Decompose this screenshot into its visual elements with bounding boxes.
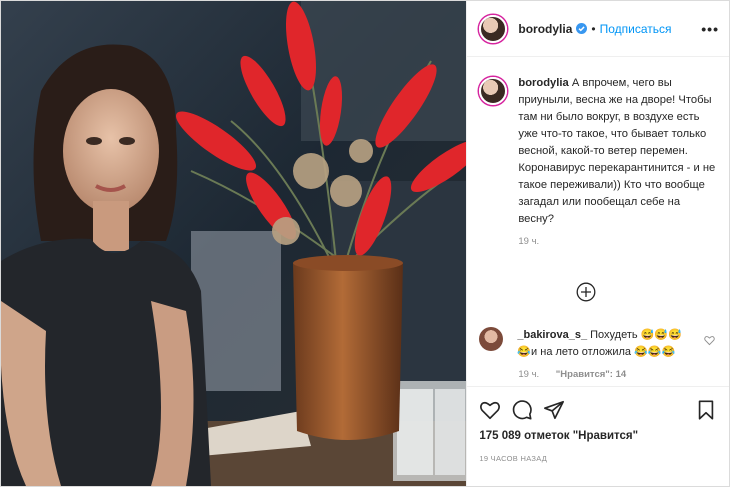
post-modal: borodylia • Подписаться ••• borodylia А … bbox=[0, 0, 730, 487]
comment-like-icon[interactable] bbox=[704, 335, 716, 346]
commenter-avatar[interactable] bbox=[479, 327, 504, 351]
follow-button[interactable]: Подписаться bbox=[600, 22, 672, 36]
caption-text: А впрочем, чего вы приуныли, весна же на… bbox=[518, 77, 716, 225]
commenter-username[interactable]: _bakirova_s_ bbox=[517, 329, 587, 341]
caption-body: borodylia А впрочем, чего вы приуныли, в… bbox=[518, 75, 718, 228]
likes-count[interactable]: 175 089 отметок "Нравится" bbox=[479, 430, 638, 442]
share-icon[interactable] bbox=[543, 399, 565, 421]
separator-dot: • bbox=[591, 21, 596, 36]
comment-icon[interactable] bbox=[511, 399, 533, 421]
post-timestamp: 19 ЧАСОВ НАЗАД bbox=[479, 454, 548, 463]
caption-avatar[interactable] bbox=[479, 77, 508, 105]
comment-likes[interactable]: "Нравится": 14 bbox=[556, 369, 626, 380]
more-options-icon[interactable]: ••• bbox=[701, 21, 719, 37]
verified-badge-icon bbox=[576, 23, 588, 34]
post-photo[interactable] bbox=[1, 1, 467, 486]
load-more-comments-icon[interactable] bbox=[576, 282, 596, 302]
comment-time: 19 ч. bbox=[518, 369, 540, 380]
photo-illustration bbox=[1, 1, 467, 486]
like-icon[interactable] bbox=[479, 399, 501, 421]
caption: borodylia А впрочем, чего вы приуныли, в… bbox=[467, 57, 729, 228]
caption-time: 19 ч. bbox=[518, 236, 540, 247]
comments-section: borodylia А впрочем, чего вы приуныли, в… bbox=[467, 57, 729, 386]
comment-body: _bakirova_s_ Похудеть 😅😅😅😂и на лето отло… bbox=[517, 327, 692, 361]
comment-meta: 19 ч. "Нравится": 14 bbox=[518, 369, 719, 380]
comment-item: _bakirova_s_ Похудеть 😅😅😅😂и на лето отло… bbox=[479, 327, 719, 380]
post-sidebar: borodylia • Подписаться ••• borodylia А … bbox=[466, 1, 729, 486]
author-avatar[interactable] bbox=[479, 14, 508, 43]
author-username[interactable]: borodylia bbox=[518, 22, 572, 36]
caption-username[interactable]: borodylia bbox=[518, 77, 568, 89]
save-icon[interactable] bbox=[695, 399, 717, 421]
post-header: borodylia • Подписаться ••• bbox=[467, 1, 729, 57]
